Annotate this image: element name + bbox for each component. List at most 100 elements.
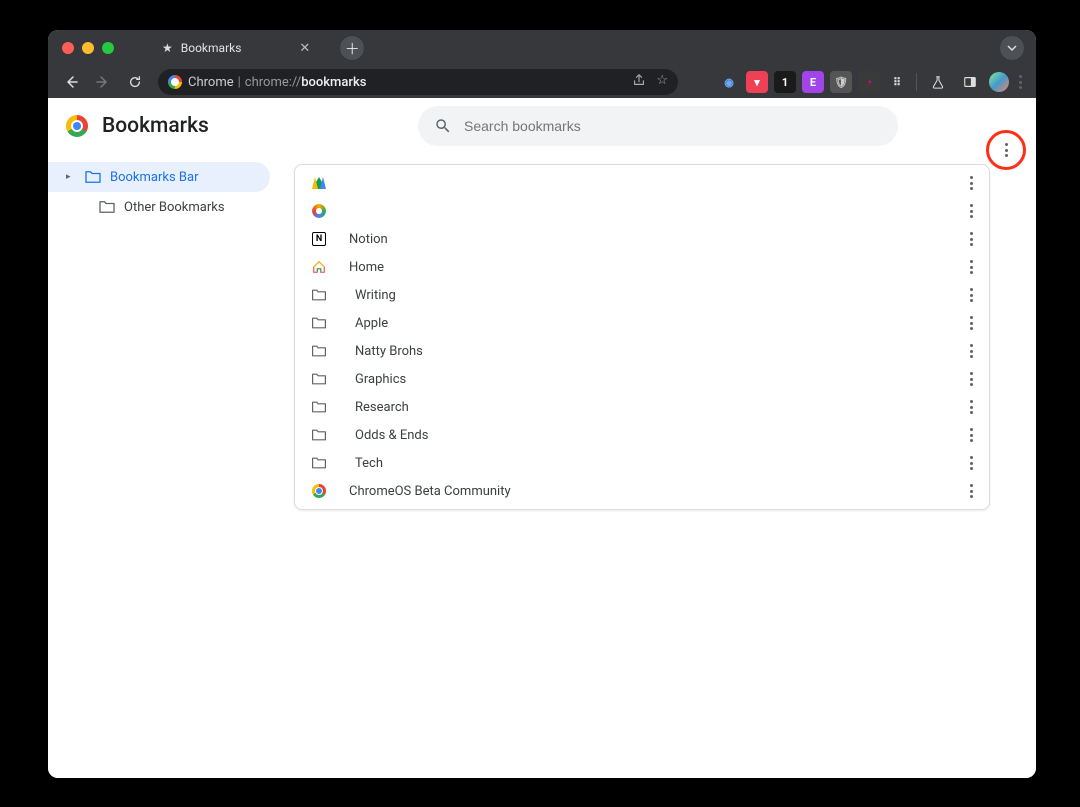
page-title: Bookmarks — [102, 114, 209, 138]
bookmark-more-button[interactable] — [964, 424, 979, 446]
browser-tab[interactable]: ★ Bookmarks ✕ — [150, 30, 322, 66]
sidebar-item-other-bookmarks[interactable]: Other Bookmarks — [48, 192, 270, 222]
chevron-down-icon — [1007, 43, 1017, 53]
drive-icon — [311, 175, 327, 191]
address-bar[interactable]: Chrome | chrome://bookmarks ☆ — [158, 69, 678, 95]
folder-icon — [311, 456, 327, 470]
bookmark-label: Tech — [355, 456, 964, 471]
bookmark-folder[interactable]: Research — [295, 393, 989, 421]
page-body: ▸Bookmarks BarOther Bookmarks N Notion Hom… — [48, 154, 1036, 778]
kebab-icon — [970, 372, 973, 386]
chrome-icon — [311, 483, 327, 499]
bookmark-more-button[interactable] — [964, 172, 979, 194]
kebab-icon — [970, 344, 973, 358]
kebab-icon — [970, 288, 973, 302]
bookmark-item[interactable] — [295, 169, 989, 197]
folder-icon — [311, 427, 327, 443]
sidebar-item-bookmarks-bar[interactable]: ▸Bookmarks Bar — [48, 162, 270, 192]
reload-button[interactable] — [122, 69, 148, 95]
folder-icon — [311, 428, 327, 442]
bookmark-more-button[interactable] — [964, 480, 979, 502]
bookmark-star-icon[interactable]: ☆ — [656, 73, 668, 91]
bookmark-label: Research — [355, 400, 964, 415]
folder-icon — [311, 344, 327, 358]
ext-ublock[interactable]: 🛡 — [830, 71, 852, 93]
kebab-icon — [970, 204, 973, 218]
bookmark-folder[interactable]: Apple — [295, 309, 989, 337]
bookmark-item[interactable] — [295, 197, 989, 225]
bookmark-more-button[interactable] — [964, 200, 979, 222]
flask-icon — [931, 75, 945, 89]
minimize-window-button[interactable] — [82, 42, 94, 54]
bookmark-label: Odds & Ends — [355, 428, 964, 443]
bookmark-item[interactable]: Home — [295, 253, 989, 281]
folder-icon — [311, 288, 327, 302]
maximize-window-button[interactable] — [102, 42, 114, 54]
ext-pocket[interactable]: ▾ — [746, 71, 768, 93]
labs-button[interactable] — [925, 69, 951, 95]
profile-avatar[interactable] — [989, 72, 1009, 92]
kebab-icon — [970, 456, 973, 470]
bookmark-more-button[interactable] — [964, 396, 979, 418]
bookmark-more-button[interactable] — [964, 368, 979, 390]
search-input[interactable] — [464, 118, 882, 134]
bookmark-more-button[interactable] — [964, 256, 979, 278]
folder-icon — [311, 372, 327, 386]
folder-icon — [311, 343, 327, 359]
bookmark-more-button[interactable] — [964, 312, 979, 334]
tabs-dropdown-button[interactable] — [1000, 36, 1024, 60]
bookmark-label: Natty Brohs — [355, 344, 964, 359]
bookmark-more-button[interactable] — [964, 452, 979, 474]
extensions-area: ◉ ▾ 1E 🛡 ◔ ⠿ — [718, 71, 908, 93]
folder-icon — [311, 371, 327, 387]
sidepanel-button[interactable] — [957, 69, 983, 95]
forward-button[interactable] — [90, 69, 116, 95]
url-protocol: Chrome — [188, 75, 234, 90]
bookmark-label: ChromeOS Beta Community — [349, 484, 964, 499]
ext-globe[interactable]: ◉ — [718, 71, 740, 93]
arrow-left-icon — [63, 74, 79, 90]
bookmark-folder[interactable]: Natty Brohs — [295, 337, 989, 365]
expand-arrow-icon: ▸ — [66, 172, 76, 182]
bookmark-folder[interactable]: Writing — [295, 281, 989, 309]
reload-icon — [128, 75, 142, 89]
bookmark-label: Notion — [349, 232, 964, 247]
ext-misc1[interactable]: ◔ — [858, 71, 880, 93]
folder-icon — [311, 316, 327, 330]
back-button[interactable] — [58, 69, 84, 95]
toolbar: Chrome | chrome://bookmarks ☆ ◉ ▾ 1E 🛡 ◔ ⠿ — [48, 66, 1036, 98]
ext-onepass[interactable]: 1 — [774, 71, 796, 93]
bookmark-more-button[interactable] — [964, 228, 979, 250]
bookmark-item[interactable]: ChromeOS Beta Community — [295, 477, 989, 505]
share-icon[interactable] — [632, 73, 646, 91]
bookmark-item[interactable]: N Notion — [295, 225, 989, 253]
close-window-button[interactable] — [62, 42, 74, 54]
organize-menu-button[interactable] — [988, 132, 1024, 168]
bookmark-folder[interactable]: Tech — [295, 449, 989, 477]
new-tab-button[interactable]: ＋ — [340, 36, 364, 60]
titlebar: ★ Bookmarks ✕ ＋ — [48, 30, 1036, 66]
bookmark-label: Graphics — [355, 372, 964, 387]
folder-icon — [98, 200, 116, 214]
bookmark-folder[interactable]: Odds & Ends — [295, 421, 989, 449]
panel-icon — [963, 75, 977, 89]
ext-puzzle[interactable]: ⠿ — [886, 71, 908, 93]
bookmark-more-button[interactable] — [964, 340, 979, 362]
bookmark-more-button[interactable] — [964, 284, 979, 306]
kebab-icon — [970, 316, 973, 330]
bookmark-folder[interactable]: Graphics — [295, 365, 989, 393]
kebab-icon — [970, 176, 973, 190]
kebab-icon — [970, 484, 973, 498]
close-tab-button[interactable]: ✕ — [299, 41, 310, 56]
bookmarks-list: N Notion HomeWriting Apple Natty Brohs Graphi… — [294, 164, 990, 510]
search-bookmarks-field[interactable] — [418, 106, 898, 146]
folder-icon — [311, 315, 327, 331]
chrome-menu-button[interactable] — [1015, 75, 1026, 89]
bookmark-label: Apple — [355, 316, 964, 331]
arrow-right-icon — [95, 74, 111, 90]
tab-title: Bookmarks — [181, 41, 242, 55]
ext-epub[interactable]: E — [802, 71, 824, 93]
chrome-icon — [168, 75, 182, 89]
page-content: Bookmarks ▸Bookmarks BarOther Bookmarks … — [48, 98, 1036, 778]
notion-icon: N — [311, 231, 327, 247]
